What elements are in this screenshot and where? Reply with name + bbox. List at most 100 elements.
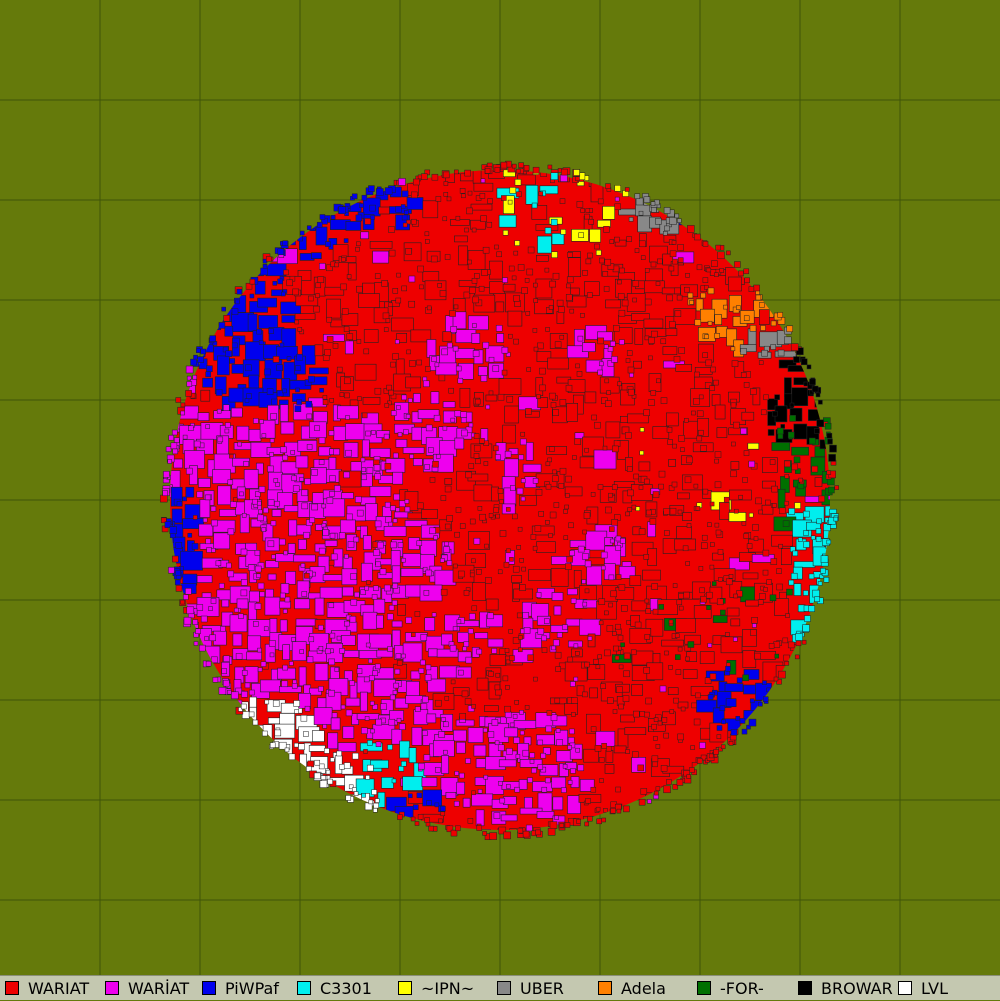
territory-cell <box>388 521 393 527</box>
rim-cell <box>205 660 212 667</box>
territory-cell <box>315 282 321 289</box>
territory-cell <box>435 196 442 202</box>
territory-cell <box>589 687 598 699</box>
territory-cell <box>406 349 411 355</box>
territory-cell <box>453 729 467 742</box>
territory-cell <box>525 311 531 316</box>
territory-cell <box>502 277 508 283</box>
territory-cell <box>631 684 643 696</box>
territory-cell <box>511 275 517 281</box>
territory-cell <box>725 632 730 637</box>
territory-cell <box>454 410 462 417</box>
territory-cell <box>199 499 211 518</box>
territory-cell <box>755 497 762 505</box>
territory-cell <box>269 652 275 658</box>
territory-cell <box>450 417 456 423</box>
territory-cell <box>467 818 474 824</box>
legend-swatch <box>105 981 119 995</box>
territory-cell <box>414 611 421 617</box>
territory-cell <box>285 571 296 585</box>
rim-cell <box>306 225 312 230</box>
territory-cell <box>664 650 669 656</box>
territory-cell <box>743 382 750 388</box>
territory-cell <box>425 424 433 432</box>
rim-cell <box>180 410 185 416</box>
rim-cell <box>484 168 491 174</box>
territory-cell <box>748 512 754 518</box>
territory-cell <box>280 461 299 475</box>
territory-cell <box>240 548 248 556</box>
territory-cell <box>609 526 615 532</box>
territory-cell <box>663 231 668 236</box>
territory-cell <box>266 388 274 395</box>
territory-cell <box>525 442 534 461</box>
legend-swatch <box>202 981 216 995</box>
territory-cell <box>344 620 350 627</box>
territory-cell <box>554 341 562 348</box>
territory-cell <box>686 523 692 528</box>
territory-cell <box>288 519 298 537</box>
territory-cell <box>700 292 706 299</box>
territory-cell <box>576 371 583 377</box>
territory-cell <box>196 491 204 498</box>
territory-cell <box>520 478 526 483</box>
rim-cell <box>186 606 195 615</box>
territory-cell <box>246 651 262 661</box>
territory-cell <box>369 204 376 212</box>
territory-cell <box>405 616 412 624</box>
territory-cell <box>696 264 703 271</box>
territory-cell <box>760 325 766 331</box>
territory-cell <box>196 604 204 611</box>
rim-cell <box>482 831 487 836</box>
territory-cell <box>730 461 740 470</box>
territory-cell <box>650 390 657 396</box>
territory-cell <box>269 438 275 443</box>
rim-cell <box>777 312 783 318</box>
territory-cell <box>553 502 560 508</box>
territory-cell <box>384 403 390 408</box>
territory-cell <box>602 445 608 451</box>
territory-cell <box>639 240 646 248</box>
territory-cell <box>402 222 408 228</box>
territory-cell <box>582 601 588 607</box>
territory-cell <box>283 550 288 556</box>
territory-cell <box>714 404 726 420</box>
territory-cell <box>423 762 445 776</box>
territory-cell <box>356 526 361 531</box>
territory-cell <box>604 610 609 616</box>
territory-cell <box>369 700 375 706</box>
territory-cell <box>363 749 368 754</box>
territory-cell <box>657 720 663 726</box>
territory-cell <box>241 513 247 518</box>
territory-cell <box>723 304 728 310</box>
territory-cell <box>770 344 776 350</box>
territory-cell <box>361 793 366 798</box>
territory-cell <box>667 687 679 696</box>
territory-cell <box>494 740 500 746</box>
territory-cell <box>696 435 703 442</box>
territory-cell <box>361 439 370 458</box>
legend-label: Adela <box>621 978 666 998</box>
territory-cell <box>352 752 359 760</box>
world-map[interactable] <box>0 0 1000 975</box>
territory-cell <box>487 612 494 620</box>
territory-cell <box>538 511 544 517</box>
territory-cell <box>243 469 259 489</box>
rim-cell <box>827 438 833 445</box>
rim-cell <box>758 701 763 707</box>
territory-cell <box>367 740 373 746</box>
territory-cell <box>397 432 403 437</box>
territory-cell <box>532 478 539 484</box>
territory-cell <box>580 313 585 318</box>
territory-cell <box>333 448 340 456</box>
territory-cell <box>296 399 302 405</box>
territory-cell <box>442 401 456 408</box>
territory-cell <box>311 503 318 511</box>
territory-cell <box>443 546 450 553</box>
territory-cell <box>664 225 670 232</box>
territory-cell <box>503 561 510 568</box>
territory-cell <box>707 522 712 527</box>
territory-cell <box>777 427 784 435</box>
territory-cell <box>392 518 398 523</box>
territory-cell <box>456 781 466 795</box>
